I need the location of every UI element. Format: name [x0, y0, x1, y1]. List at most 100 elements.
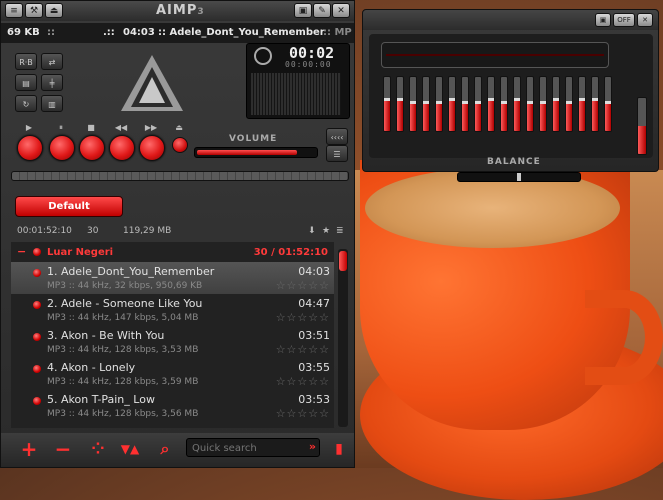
- balance-knob[interactable]: [517, 173, 521, 181]
- playlist-scrollbar[interactable]: [338, 249, 348, 427]
- find-icon[interactable]: ⌕: [153, 438, 177, 460]
- track-rating-stars[interactable]: ☆☆☆☆☆: [276, 407, 330, 420]
- pin-button[interactable]: ✎: [313, 3, 331, 18]
- eq-band-knob[interactable]: [436, 101, 442, 104]
- eq-band-knob[interactable]: [397, 98, 403, 102]
- eq-band-knob[interactable]: [384, 98, 390, 102]
- quick-search-input[interactable]: [190, 440, 302, 456]
- playlist-track-row[interactable]: 5. Akon T-Pain_ Low 03:53 MP3 :: 44 kHz, 1…: [11, 390, 334, 422]
- eq-band-slider[interactable]: [487, 76, 495, 132]
- volume-label: VOLUME: [229, 134, 278, 144]
- track-rating-stars[interactable]: ☆☆☆☆☆: [276, 311, 330, 324]
- track-rating-stars[interactable]: ☆☆☆☆☆: [276, 375, 330, 388]
- eq-band-slider[interactable]: [396, 76, 404, 132]
- eq-band-slider[interactable]: [539, 76, 547, 132]
- eq-band-slider[interactable]: [461, 76, 469, 132]
- eq-band-slider[interactable]: [474, 76, 482, 132]
- power-icon[interactable]: [254, 47, 272, 65]
- eq-band-knob[interactable]: [410, 101, 416, 104]
- eq-band-knob[interactable]: [514, 98, 520, 102]
- playlist-tab-default[interactable]: Default: [15, 196, 123, 217]
- eq-band-knob[interactable]: [488, 98, 494, 102]
- menu-button[interactable]: ≡: [5, 3, 23, 18]
- eq-band-slider[interactable]: [500, 76, 508, 132]
- volume-slider[interactable]: [194, 147, 318, 158]
- loop-button[interactable]: ↻: [15, 95, 37, 112]
- quick-search[interactable]: »: [186, 438, 320, 457]
- collapse-icon[interactable]: −: [17, 245, 26, 258]
- settings-button[interactable]: ⚒: [25, 3, 43, 18]
- list-menu-icon[interactable]: ≣: [336, 226, 344, 236]
- minimize-button[interactable]: ▣: [294, 3, 312, 18]
- eq-band-knob[interactable]: [579, 98, 585, 102]
- eq-band-slider[interactable]: [448, 76, 456, 132]
- playlist-track-row[interactable]: 4. Akon - Lonely 03:55 MP3 :: 44 kHz, 128 …: [11, 358, 334, 390]
- sort-icon[interactable]: ⁘: [86, 438, 110, 460]
- playlist-group-header[interactable]: − Luar Negeri 30 / 01:52:10: [11, 242, 334, 262]
- eq-band-slider[interactable]: [422, 76, 430, 132]
- move-icon[interactable]: ▼▲: [118, 438, 142, 460]
- stop-button[interactable]: [79, 135, 105, 161]
- elapsed-prefix: .::: [103, 27, 115, 38]
- preamp-slider[interactable]: [637, 97, 647, 155]
- scrollbar-thumb[interactable]: [339, 251, 347, 271]
- eq-band-slider[interactable]: [565, 76, 573, 132]
- eq-band-slider[interactable]: [604, 76, 612, 132]
- eq-toggle-button[interactable]: ╪: [41, 74, 63, 91]
- add-icon[interactable]: +: [17, 438, 41, 460]
- shuffle-button[interactable]: ⇄: [41, 53, 63, 70]
- track-rating-stars[interactable]: ☆☆☆☆☆: [276, 343, 330, 356]
- eq-off-button[interactable]: OFF: [613, 13, 635, 27]
- eq-band-slider[interactable]: [435, 76, 443, 132]
- title-bar[interactable]: ≡ ⚒ ⏏ AIMP3 ▣ ✎ ✕: [1, 1, 354, 21]
- eq-presets-button[interactable]: ▣: [595, 13, 611, 27]
- eq-band-knob[interactable]: [501, 101, 507, 104]
- play-button[interactable]: [17, 135, 43, 161]
- eq-band-fill: [501, 104, 507, 131]
- repeat-button[interactable]: R·B: [15, 53, 37, 70]
- eq-band-knob[interactable]: [423, 101, 429, 104]
- eq-band-slider[interactable]: [383, 76, 391, 132]
- open-file-button[interactable]: [172, 137, 188, 153]
- eq-panel-button[interactable]: ☰: [326, 145, 348, 162]
- visual-button[interactable]: ▥: [41, 95, 63, 112]
- next-button[interactable]: [139, 135, 165, 161]
- eq-close-button[interactable]: ✕: [637, 13, 653, 27]
- balance-slider[interactable]: [457, 172, 581, 182]
- track-rating-stars[interactable]: ☆☆☆☆☆: [276, 279, 330, 292]
- download-icon[interactable]: ⬇: [308, 226, 316, 236]
- eq-band-slider[interactable]: [526, 76, 534, 132]
- eq-band-knob[interactable]: [475, 101, 481, 104]
- eq-band-knob[interactable]: [605, 101, 611, 104]
- playlist-view[interactable]: − Luar Negeri 30 / 01:52:10 1. Adele_Don…: [11, 242, 334, 428]
- playlist-track-row[interactable]: 3. Akon - Be With You 03:51 MP3 :: 44 kHz,…: [11, 326, 334, 358]
- eq-band-knob[interactable]: [566, 101, 572, 104]
- search-go-icon[interactable]: »: [309, 440, 316, 453]
- playlist-toggle-button[interactable]: ▤: [15, 74, 37, 91]
- eq-band-slider[interactable]: [513, 76, 521, 132]
- eq-band-knob[interactable]: [540, 101, 546, 104]
- playlist-track-row[interactable]: 1. Adele_Dont_You_Remember 04:03 MP3 :: 44…: [11, 262, 334, 294]
- wide-mode-button[interactable]: ‹‹‹‹: [326, 128, 348, 145]
- eq-band-slider[interactable]: [578, 76, 586, 132]
- eq-band-knob[interactable]: [462, 101, 468, 104]
- eq-band-knob[interactable]: [449, 98, 455, 102]
- eq-band-knob[interactable]: [553, 98, 559, 102]
- eq-band-knob[interactable]: [527, 101, 533, 104]
- remove-icon[interactable]: −: [51, 438, 75, 460]
- eject-button[interactable]: ⏏: [45, 3, 63, 18]
- pause-button[interactable]: [49, 135, 75, 161]
- star-icon[interactable]: ★: [322, 226, 330, 236]
- eq-preset-display[interactable]: [381, 42, 609, 68]
- seek-bar[interactable]: [11, 171, 349, 181]
- eq-band-slider[interactable]: [591, 76, 599, 132]
- eq-band-slider[interactable]: [552, 76, 560, 132]
- eq-band-knob[interactable]: [592, 98, 598, 102]
- file-menu-icon[interactable]: ▮: [327, 438, 351, 460]
- track-title: 4. Akon - Lonely: [47, 361, 136, 374]
- eq-title-bar[interactable]: ▣ OFF ✕: [363, 10, 658, 30]
- close-button[interactable]: ✕: [332, 3, 350, 18]
- playlist-track-row[interactable]: 2. Adele - Someone Like You 04:47 MP3 :: 4…: [11, 294, 334, 326]
- eq-band-slider[interactable]: [409, 76, 417, 132]
- previous-button[interactable]: [109, 135, 135, 161]
